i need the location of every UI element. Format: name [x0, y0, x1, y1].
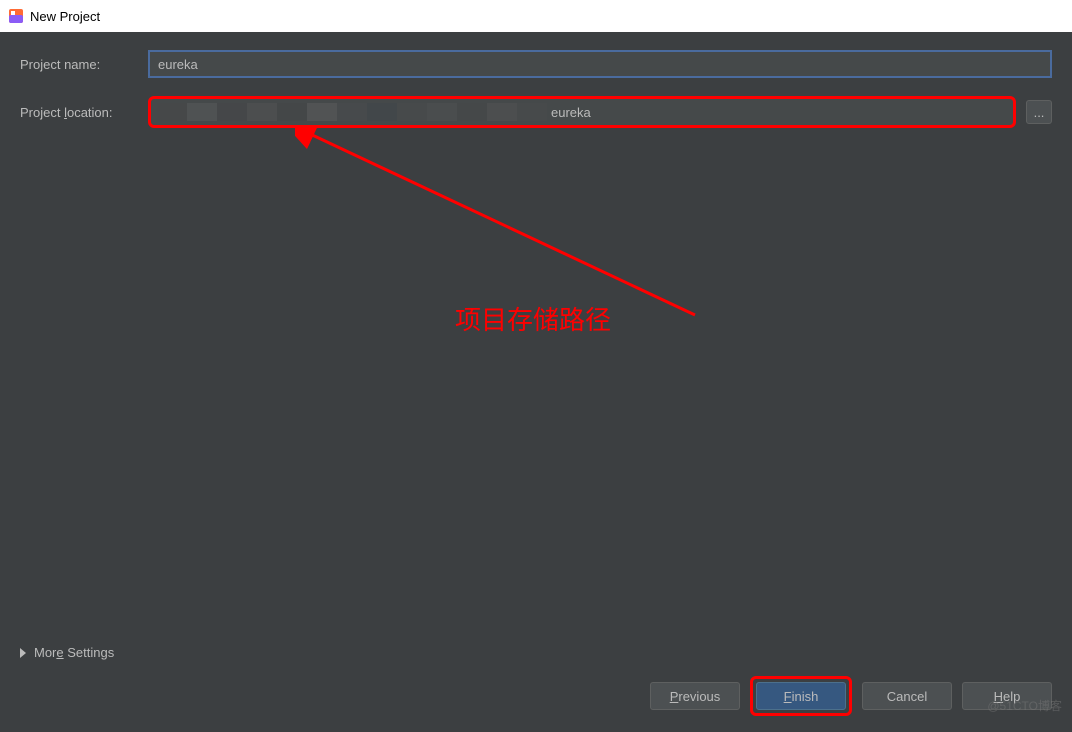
footer-buttons: Previous Finish Cancel Help [650, 676, 1052, 716]
redacted-path [157, 103, 547, 121]
cancel-button[interactable]: Cancel [862, 682, 952, 710]
titlebar-left: New Project [8, 8, 100, 24]
close-icon[interactable] [1052, 10, 1064, 22]
project-name-input[interactable] [148, 50, 1052, 78]
project-location-row: Project location: eureka ... [20, 96, 1052, 128]
titlebar: New Project [0, 0, 1072, 32]
project-name-label: Project name: [20, 57, 138, 72]
project-location-input[interactable]: eureka [148, 96, 1016, 128]
annotation-text: 项目存储路径 [455, 300, 611, 337]
content-area: Project name: Project location: [0, 32, 1072, 164]
more-settings-toggle[interactable]: More Settings [20, 645, 114, 660]
app-icon [8, 8, 24, 24]
previous-button[interactable]: Previous [650, 682, 740, 710]
finish-button[interactable]: Finish [756, 682, 846, 710]
location-suffix: eureka [551, 105, 591, 120]
chevron-right-icon [20, 648, 26, 658]
more-settings-label: More Settings [34, 645, 114, 660]
finish-highlight: Finish [750, 676, 852, 716]
window-title: New Project [30, 9, 100, 24]
browse-button[interactable]: ... [1026, 100, 1052, 124]
project-location-label: Project location: [20, 105, 138, 120]
help-button[interactable]: Help [962, 682, 1052, 710]
project-name-row: Project name: [20, 50, 1052, 78]
